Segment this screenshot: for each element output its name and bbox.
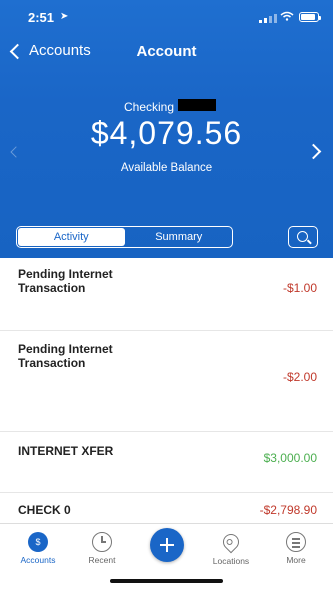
transaction-amount: -$1.00 bbox=[282, 281, 317, 295]
cellular-signal-icon bbox=[259, 13, 277, 23]
transaction-row[interactable]: Pending Internet Transaction -$2.00 bbox=[0, 330, 333, 432]
masked-account-number bbox=[178, 99, 216, 111]
tab-recent[interactable]: Recent bbox=[72, 532, 132, 565]
transaction-amount: $3,000.00 bbox=[263, 451, 317, 465]
tab-locations[interactable]: Locations bbox=[201, 530, 261, 566]
transaction-name: INTERNET XFER bbox=[18, 444, 114, 458]
accounts-icon: $ bbox=[28, 532, 48, 552]
menu-icon bbox=[286, 532, 306, 552]
tab-summary[interactable]: Summary bbox=[126, 227, 233, 247]
page-title: Account bbox=[136, 43, 197, 60]
transaction-amount: -$2,798.90 bbox=[259, 503, 317, 517]
transaction-row[interactable]: Pending Internet Transaction -$1.00 bbox=[0, 258, 333, 331]
account-header: 2:51 ➤ Accounts Account Checking $4,079.… bbox=[0, 0, 333, 258]
home-indicator[interactable] bbox=[110, 579, 223, 583]
tab-locations-label: Locations bbox=[212, 556, 250, 566]
balance-label: Available Balance bbox=[120, 162, 213, 174]
balance-amount: $4,079.56 bbox=[90, 115, 243, 151]
status-time: 2:51 bbox=[28, 10, 55, 25]
phone-screen: 2:51 ➤ Accounts Account Checking $4,079.… bbox=[0, 0, 333, 592]
search-button[interactable] bbox=[288, 226, 318, 248]
tab-recent-label: Recent bbox=[88, 555, 116, 565]
transaction-name: CHECK 0 bbox=[18, 503, 71, 517]
add-button[interactable] bbox=[150, 528, 184, 562]
navigation-bar: Accounts Account bbox=[0, 38, 333, 66]
transaction-list: Pending Internet Transaction -$1.00 Pend… bbox=[0, 258, 333, 523]
transaction-row[interactable]: CHECK 0 -$2,798.90 bbox=[0, 492, 333, 523]
clock-icon bbox=[92, 532, 112, 552]
tab-accounts[interactable]: $ Accounts bbox=[8, 532, 68, 565]
transaction-row[interactable]: INTERNET XFER $3,000.00 bbox=[0, 431, 333, 493]
transaction-name: Pending Internet Transaction bbox=[18, 342, 113, 370]
transaction-name: Pending Internet Transaction bbox=[18, 267, 113, 295]
wifi-icon bbox=[280, 11, 294, 21]
tab-activity[interactable]: Activity bbox=[18, 228, 125, 246]
location-pin-icon bbox=[219, 530, 243, 554]
tab-accounts-label: Accounts bbox=[20, 555, 56, 565]
location-arrow-icon: ➤ bbox=[60, 11, 69, 22]
activity-summary-segmented-control: Activity Summary bbox=[16, 226, 233, 248]
status-bar: 2:51 ➤ bbox=[0, 0, 333, 32]
tab-more-label: More bbox=[286, 555, 306, 565]
tab-more[interactable]: More bbox=[266, 532, 326, 565]
account-type-label: Checking bbox=[124, 100, 175, 114]
transaction-amount: -$2.00 bbox=[282, 370, 317, 384]
battery-icon bbox=[299, 12, 321, 22]
